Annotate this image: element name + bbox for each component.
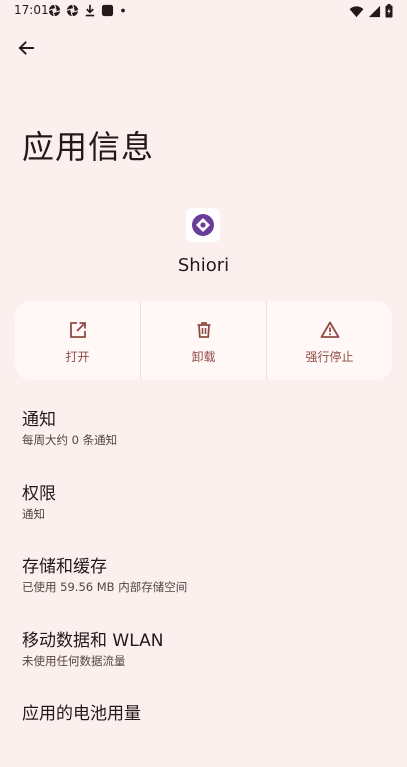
signal-icon: [368, 5, 381, 17]
setting-notifications[interactable]: 通知 每周大约 0 条通知: [0, 399, 407, 473]
page-title: 应用信息: [22, 128, 155, 166]
force-stop-button-label: 强行停止: [305, 350, 354, 364]
arrow-left-icon: [18, 41, 34, 55]
setting-title: 应用的电池用量: [22, 704, 141, 724]
setting-subtitle: 未使用任何数据流量: [22, 653, 126, 668]
uninstall-button-label: 卸载: [191, 350, 216, 364]
uninstall-button[interactable]: 卸载: [140, 301, 266, 380]
wifi-icon: [349, 5, 364, 17]
status-icons-left: [48, 4, 127, 17]
setting-data-usage[interactable]: 移动数据和 WLAN 未使用任何数据流量: [0, 620, 407, 694]
setting-title: 移动数据和 WLAN: [22, 630, 164, 651]
battery-icon: [385, 4, 393, 18]
settings-list: 通知 每周大约 0 条通知 权限 通知 存储和缓存 已使用 59.56 MB 内…: [0, 399, 407, 767]
download-icon: [85, 4, 95, 17]
action-card: 打开 卸载 强行停止: [15, 301, 392, 380]
back-button[interactable]: [12, 34, 40, 62]
trash-icon: [197, 322, 210, 338]
open-external-icon: [69, 322, 86, 338]
status-icons-right: [349, 4, 393, 18]
open-button[interactable]: 打开: [15, 301, 140, 380]
aperture-icon: [66, 4, 79, 17]
setting-subtitle: 通知: [22, 506, 45, 521]
force-stop-button[interactable]: 强行停止: [266, 301, 392, 380]
setting-title: 通知: [22, 410, 56, 430]
setting-subtitle: 每周大约 0 条通知: [22, 433, 118, 447]
aperture-icon: [48, 4, 61, 17]
open-button-label: 打开: [65, 350, 90, 364]
setting-battery[interactable]: 应用的电池用量: [0, 693, 407, 767]
status-time: 17:01: [14, 3, 49, 17]
setting-permissions[interactable]: 权限 通知: [0, 473, 407, 547]
dot-icon: [121, 8, 125, 13]
app-square-icon: [101, 4, 114, 17]
status-bar: 17:01: [0, 0, 407, 22]
app-icon: [186, 208, 220, 242]
setting-title: 存储和缓存: [22, 557, 107, 577]
app-name: Shiori: [177, 255, 230, 276]
setting-subtitle: 已使用 59.56 MB 内部存储空间: [22, 580, 188, 594]
setting-storage[interactable]: 存储和缓存 已使用 59.56 MB 内部存储空间: [0, 546, 407, 620]
diamond-logo-icon: [192, 214, 214, 236]
warning-icon: [320, 321, 339, 338]
setting-title: 权限: [22, 483, 56, 504]
